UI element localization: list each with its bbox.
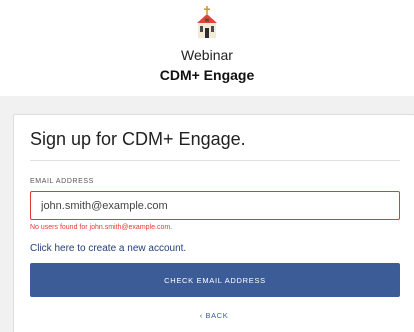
building-icon (197, 6, 217, 38)
app-name-title: CDM+ Engage (159, 67, 255, 83)
page-title: Sign up for CDM+ Engage. (30, 129, 246, 149)
signup-card: Sign up for CDM+ Engage. EMAIL ADDRESS N… (13, 114, 414, 332)
create-account-link[interactable]: Click here to create a new account. (30, 243, 186, 254)
event-type-label: Webinar (181, 47, 233, 63)
email-input[interactable] (30, 191, 400, 220)
email-field-label: EMAIL ADDRESS (30, 178, 94, 185)
back-button[interactable]: ‹ BACK (14, 311, 414, 320)
check-email-button[interactable]: CHECK EMAIL ADDRESS (30, 263, 400, 297)
email-error-message: No users found for john.smith@example.co… (30, 224, 173, 231)
title-divider (30, 160, 400, 161)
page-header: Webinar CDM+ Engage (0, 0, 414, 96)
